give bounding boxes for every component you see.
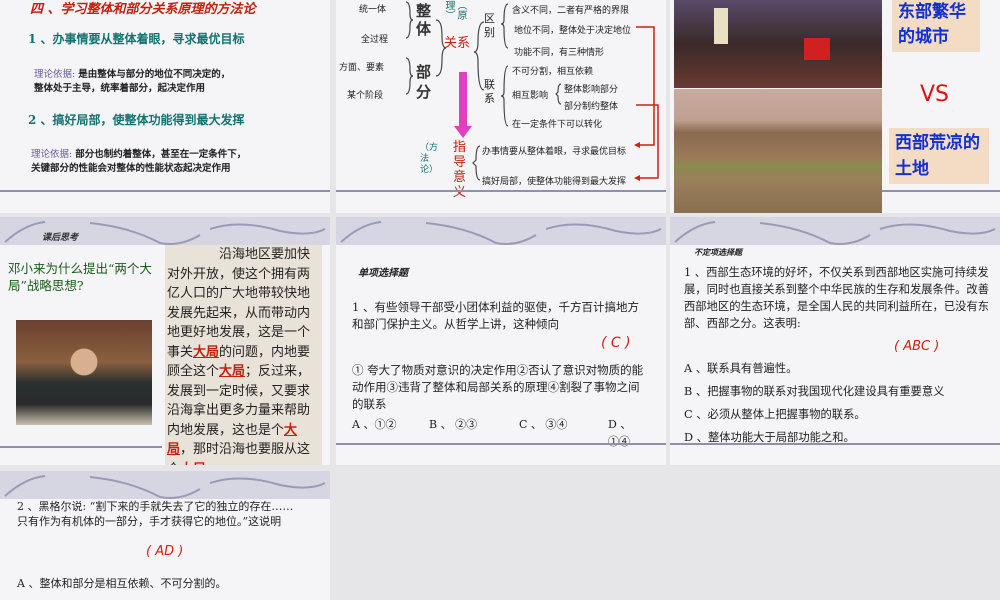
question-text: 1 、西部生态环境的好坏，不仅关系到西部地区实施可持续发展，同时也直接关系到整个… bbox=[684, 266, 990, 330]
slide-thumbnail-7[interactable]: 2 、黑格尔说: “割下来的手就失去了它的独立的存在……只有作为有机体的一部分，… bbox=[0, 471, 330, 600]
option-a: A 、联系具有普遍性。 bbox=[684, 362, 798, 375]
quote-text: 沿海地区要加快对外开放，使这个拥有两亿人口的广大地带较快地发展先起来，从而带动内… bbox=[167, 247, 311, 360]
slide-thumbnail-5[interactable]: 单项选择题 1 、有些领导干部受小团体利益的驱使，千方百计搞地方和部门保护主义。… bbox=[336, 217, 666, 465]
point-1: 1 、办事情要从整体着眼，寻求最优目标 bbox=[28, 32, 245, 46]
portrait-photo bbox=[16, 320, 152, 425]
vs-label: VS bbox=[920, 82, 950, 107]
option-a: A 、①② bbox=[352, 418, 397, 431]
basis-2b: 关键部分的性能会对整体的性能状态起决定作用 bbox=[31, 163, 231, 174]
slide-thumbnail-4[interactable]: 课后思考 邓小来为什么提出“两个大局”战略思想? 沿海地区要加快对外开放，使这个… bbox=[0, 217, 330, 465]
slide-thumbnail-6[interactable]: 不定项选择题 1 、西部生态环境的好坏，不仅关系到西部地区实施可持续发展，同时也… bbox=[670, 217, 1000, 465]
wave-header bbox=[670, 217, 1000, 245]
connector-lines bbox=[405, 1, 659, 181]
question-text: 邓小来为什么提出“两个大局”战略思想? bbox=[8, 261, 152, 293]
slide-header: 课后思考 bbox=[42, 233, 79, 243]
option-b: B 、 ②③ bbox=[429, 418, 478, 431]
west-caption: 西部荒凉的土地 bbox=[889, 128, 989, 184]
basis-label: 理论依据: bbox=[31, 149, 73, 160]
slide-title: 四 、学习整体和部分关系原理的方法论 bbox=[30, 2, 256, 17]
desert-photo bbox=[674, 89, 882, 213]
highlight-keyword: 大局 bbox=[193, 344, 220, 360]
slide-thumbnail-1[interactable]: 四 、学习整体和部分关系原理的方法论 1 、办事情要从整体着眼，寻求最优目标 理… bbox=[0, 0, 330, 213]
neon-sign bbox=[804, 38, 830, 60]
basis-2: 理论依据: 部分也制约着整体，甚至在一定条件下， bbox=[31, 146, 246, 160]
divider bbox=[670, 443, 1000, 445]
basis-label: 理论依据: bbox=[34, 69, 76, 80]
divider bbox=[0, 446, 162, 448]
slide-header: 不定项选择题 bbox=[694, 247, 742, 257]
basis-1: 理论依据: 是由整体与部分的地位不同决定的， bbox=[34, 66, 230, 80]
wave-header bbox=[0, 471, 330, 499]
quote-box: 沿海地区要加快对外开放，使这个拥有两亿人口的广大地带较快地发展先起来，从而带动内… bbox=[165, 245, 322, 465]
point-2: 2 、搞好局部，使整体功能得到最大发挥 bbox=[28, 113, 245, 127]
east-caption: 东部繁华的城市 bbox=[892, 0, 980, 52]
basis-text: 是由整体与部分的地位不同决定的， bbox=[78, 69, 231, 80]
slide-thumbnail-2[interactable]: 统一体 全过程 方面、要素 某个阶段 整体 部分 关系 （原理） （方法论） 指… bbox=[336, 0, 666, 213]
highlight-keyword: 大局 bbox=[180, 462, 206, 466]
slide-header: 单项选择题 bbox=[358, 268, 408, 279]
answer-mark: ( AD ) bbox=[146, 544, 184, 559]
option-a: A 、整体和部分是相互依赖、不可分割的。 bbox=[17, 577, 227, 590]
answer-mark: ( C ) bbox=[601, 335, 631, 351]
billboard bbox=[714, 8, 728, 44]
option-c: C 、 ③④ bbox=[519, 418, 568, 431]
basis-text: 部分也制约着整体，甚至在一定条件下， bbox=[75, 149, 247, 160]
city-photo bbox=[674, 0, 882, 88]
highlight-keyword: 大局 bbox=[219, 364, 246, 379]
answer-mark: ( ABC ) bbox=[894, 339, 940, 354]
divider bbox=[0, 190, 330, 192]
option-b: B 、把握事物的联系对我国现代化建设具有重要意义 bbox=[684, 385, 945, 398]
slide-thumbnail-3[interactable]: 东部繁华的城市 VS 西部荒凉的土地 bbox=[670, 0, 1000, 213]
question-text: 2 、黑格尔说: “割下来的手就失去了它的独立的存在……只有作为有机体的一部分，… bbox=[17, 500, 294, 528]
wave-header bbox=[336, 217, 666, 245]
divider bbox=[336, 443, 666, 445]
divider bbox=[336, 190, 666, 192]
statements-text: ① 夸大了物质对意识的决定作用②否认了意识对物质的能动作用③违背了整体和局部关系… bbox=[352, 363, 644, 411]
question-text: 1 、有些领导干部受小团体利益的驱使，千方百计搞地方和部门保护主义。从哲学上讲，… bbox=[352, 300, 639, 331]
basis-1b: 整体处于主导，统率着部分，起决定作用 bbox=[34, 83, 206, 94]
option-c: C 、必须从整体上把握事物的联系。 bbox=[684, 408, 866, 421]
divider bbox=[882, 190, 1000, 192]
